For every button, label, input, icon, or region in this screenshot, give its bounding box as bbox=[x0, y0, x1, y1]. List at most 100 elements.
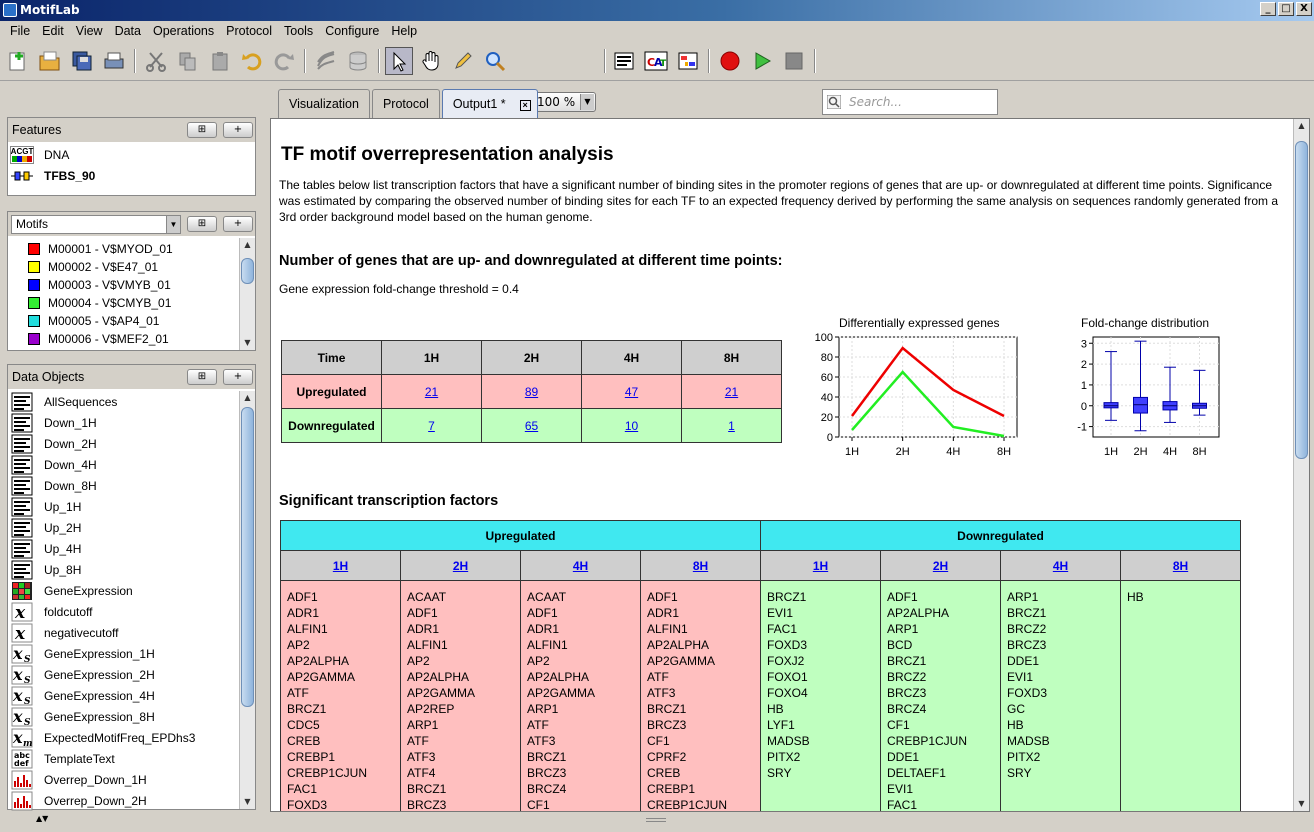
motif-item[interactable]: M00006 - V$MEF2_01 bbox=[10, 330, 169, 348]
menu-data[interactable]: Data bbox=[109, 21, 147, 41]
maximize-button[interactable]: □ bbox=[1278, 2, 1294, 16]
cut-icon[interactable] bbox=[142, 47, 170, 75]
data-object-item[interactable]: Overrep_Down_1H bbox=[10, 769, 147, 790]
panel-splitter[interactable] bbox=[258, 86, 268, 812]
minimize-button[interactable]: _ bbox=[1260, 2, 1276, 16]
print-icon[interactable] bbox=[100, 47, 128, 75]
time-point-link[interactable]: 2H bbox=[453, 559, 468, 573]
record-icon[interactable] bbox=[716, 47, 744, 75]
motifs-add-button[interactable]: + bbox=[223, 216, 253, 232]
data-object-item[interactable]: x negativecutoff bbox=[10, 622, 119, 643]
data-object-item[interactable]: GeneExpression bbox=[10, 580, 133, 601]
motif-item[interactable]: M00002 - V$E47_01 bbox=[10, 258, 158, 276]
motif-item[interactable]: M00001 - V$MYOD_01 bbox=[10, 240, 173, 258]
tab-visualization[interactable]: Visualization bbox=[278, 89, 370, 118]
time-point-link[interactable]: 8H bbox=[693, 559, 708, 573]
data-object-item[interactable]: Up_1H bbox=[10, 496, 81, 517]
data-object-item[interactable]: x S GeneExpression_2H bbox=[10, 664, 155, 685]
features-options-button[interactable]: ⊞ bbox=[187, 122, 217, 138]
menu-operations[interactable]: Operations bbox=[147, 21, 220, 41]
tf-name: AP2 bbox=[287, 638, 310, 652]
box-chart-title: Fold-change distribution bbox=[1081, 316, 1210, 330]
stop-icon[interactable] bbox=[780, 47, 808, 75]
data-object-item[interactable]: Down_2H bbox=[10, 433, 97, 454]
data-object-item[interactable]: x S GeneExpression_4H bbox=[10, 685, 155, 706]
motif-item[interactable]: M00005 - V$AP4_01 bbox=[10, 312, 159, 330]
new-icon[interactable] bbox=[4, 47, 32, 75]
feature-item-dna[interactable]: ACGT DNA bbox=[10, 144, 69, 165]
region-view-icon[interactable] bbox=[674, 47, 702, 75]
data-object-item[interactable]: Up_8H bbox=[10, 559, 81, 580]
gene-count-link[interactable]: 47 bbox=[625, 385, 638, 399]
play-icon[interactable] bbox=[748, 47, 776, 75]
data-object-item[interactable]: Down_4H bbox=[10, 454, 97, 475]
menu-protocol[interactable]: Protocol bbox=[220, 21, 278, 41]
data-object-item[interactable]: x m ExpectedMotifFreq_EPDhs3 bbox=[10, 727, 195, 748]
multiple-alignment-icon[interactable] bbox=[312, 47, 340, 75]
gene-count-link[interactable]: 21 bbox=[725, 385, 738, 399]
data-object-item[interactable]: Up_2H bbox=[10, 517, 81, 538]
menu-file[interactable]: File bbox=[4, 21, 36, 41]
motif-item[interactable]: M00003 - V$VMYB_01 bbox=[10, 276, 171, 294]
data-objects-add-button[interactable]: + bbox=[223, 369, 253, 385]
data-objects-scrollbar[interactable]: ▲ ▼ bbox=[239, 391, 255, 809]
gene-count-link[interactable]: 7 bbox=[428, 419, 435, 433]
close-button[interactable]: X bbox=[1296, 2, 1312, 16]
menu-help[interactable]: Help bbox=[385, 21, 423, 41]
menu-configure[interactable]: Configure bbox=[319, 21, 385, 41]
data-objects-options-button[interactable]: ⊞ bbox=[187, 369, 217, 385]
data-object-item[interactable]: Up_4H bbox=[10, 538, 81, 559]
data-object-item[interactable]: Down_1H bbox=[10, 412, 97, 433]
menu-view[interactable]: View bbox=[70, 21, 109, 41]
tf-name: AP2ALPHA bbox=[407, 670, 470, 684]
pan-hand-icon[interactable] bbox=[417, 47, 445, 75]
database-icon[interactable] bbox=[344, 47, 372, 75]
x-tick-label: 1H bbox=[1104, 446, 1118, 458]
motifs-type-select[interactable]: Motifs ▼ bbox=[11, 215, 181, 234]
gene-count-link[interactable]: 21 bbox=[425, 385, 438, 399]
motifs-scrollbar[interactable]: ▲ ▼ bbox=[239, 238, 255, 350]
data-object-item[interactable]: x S GeneExpression_1H bbox=[10, 643, 155, 664]
draw-pencil-icon[interactable] bbox=[449, 47, 477, 75]
time-point-link[interactable]: 2H bbox=[933, 559, 948, 573]
redo-icon[interactable] bbox=[270, 47, 298, 75]
gene-count-link[interactable]: 10 bbox=[625, 419, 638, 433]
menu-tools[interactable]: Tools bbox=[278, 21, 319, 41]
splitter-grip-icon[interactable] bbox=[646, 818, 666, 822]
paste-icon[interactable] bbox=[206, 47, 234, 75]
data-object-item[interactable]: x foldcutoff bbox=[10, 601, 92, 622]
time-point-link[interactable]: 4H bbox=[1053, 559, 1068, 573]
motif-item[interactable]: M00004 - V$CMYB_01 bbox=[10, 294, 171, 312]
close-tab-icon[interactable]: × bbox=[519, 100, 531, 111]
zoom-magnifier-icon[interactable] bbox=[481, 47, 509, 75]
open-folder-icon[interactable] bbox=[36, 47, 64, 75]
gene-count-link[interactable]: 89 bbox=[525, 385, 538, 399]
gene-count-link[interactable]: 65 bbox=[525, 419, 538, 433]
tab-protocol[interactable]: Protocol bbox=[371, 89, 440, 118]
gene-count-link[interactable]: 1 bbox=[728, 419, 735, 433]
data-object-item[interactable]: abc def TemplateText bbox=[10, 748, 115, 769]
copy-icon[interactable] bbox=[174, 47, 202, 75]
content-scrollbar[interactable]: ▲ ▼ bbox=[1293, 119, 1309, 811]
features-add-button[interactable]: + bbox=[223, 122, 253, 138]
time-point-link[interactable]: 1H bbox=[813, 559, 828, 573]
motifs-options-button[interactable]: ⊞ bbox=[187, 216, 217, 232]
data-object-item[interactable]: Down_8H bbox=[10, 475, 97, 496]
tf-name: EVI1 bbox=[887, 782, 914, 796]
data-object-item[interactable]: x S GeneExpression_8H bbox=[10, 706, 155, 727]
time-point-link[interactable]: 1H bbox=[333, 559, 348, 573]
data-object-item[interactable]: AllSequences bbox=[10, 391, 117, 412]
undo-icon[interactable] bbox=[238, 47, 266, 75]
feature-item-tfbs[interactable]: TFBS_90 bbox=[10, 165, 95, 186]
save-all-icon[interactable] bbox=[68, 47, 96, 75]
list-view-icon[interactable] bbox=[610, 47, 638, 75]
collapse-arrows-icon[interactable]: ▲▼ bbox=[36, 814, 48, 823]
search-input[interactable]: Search... bbox=[822, 89, 998, 115]
sequence-logo-icon[interactable]: CAT bbox=[642, 47, 670, 75]
time-point-link[interactable]: 8H bbox=[1173, 559, 1188, 573]
tab-output1[interactable]: Output1 * × bbox=[441, 89, 538, 118]
select-cursor-icon[interactable] bbox=[385, 47, 413, 75]
menu-edit[interactable]: Edit bbox=[36, 21, 70, 41]
time-point-link[interactable]: 4H bbox=[573, 559, 588, 573]
data-object-item[interactable]: Overrep_Down_2H bbox=[10, 790, 147, 811]
